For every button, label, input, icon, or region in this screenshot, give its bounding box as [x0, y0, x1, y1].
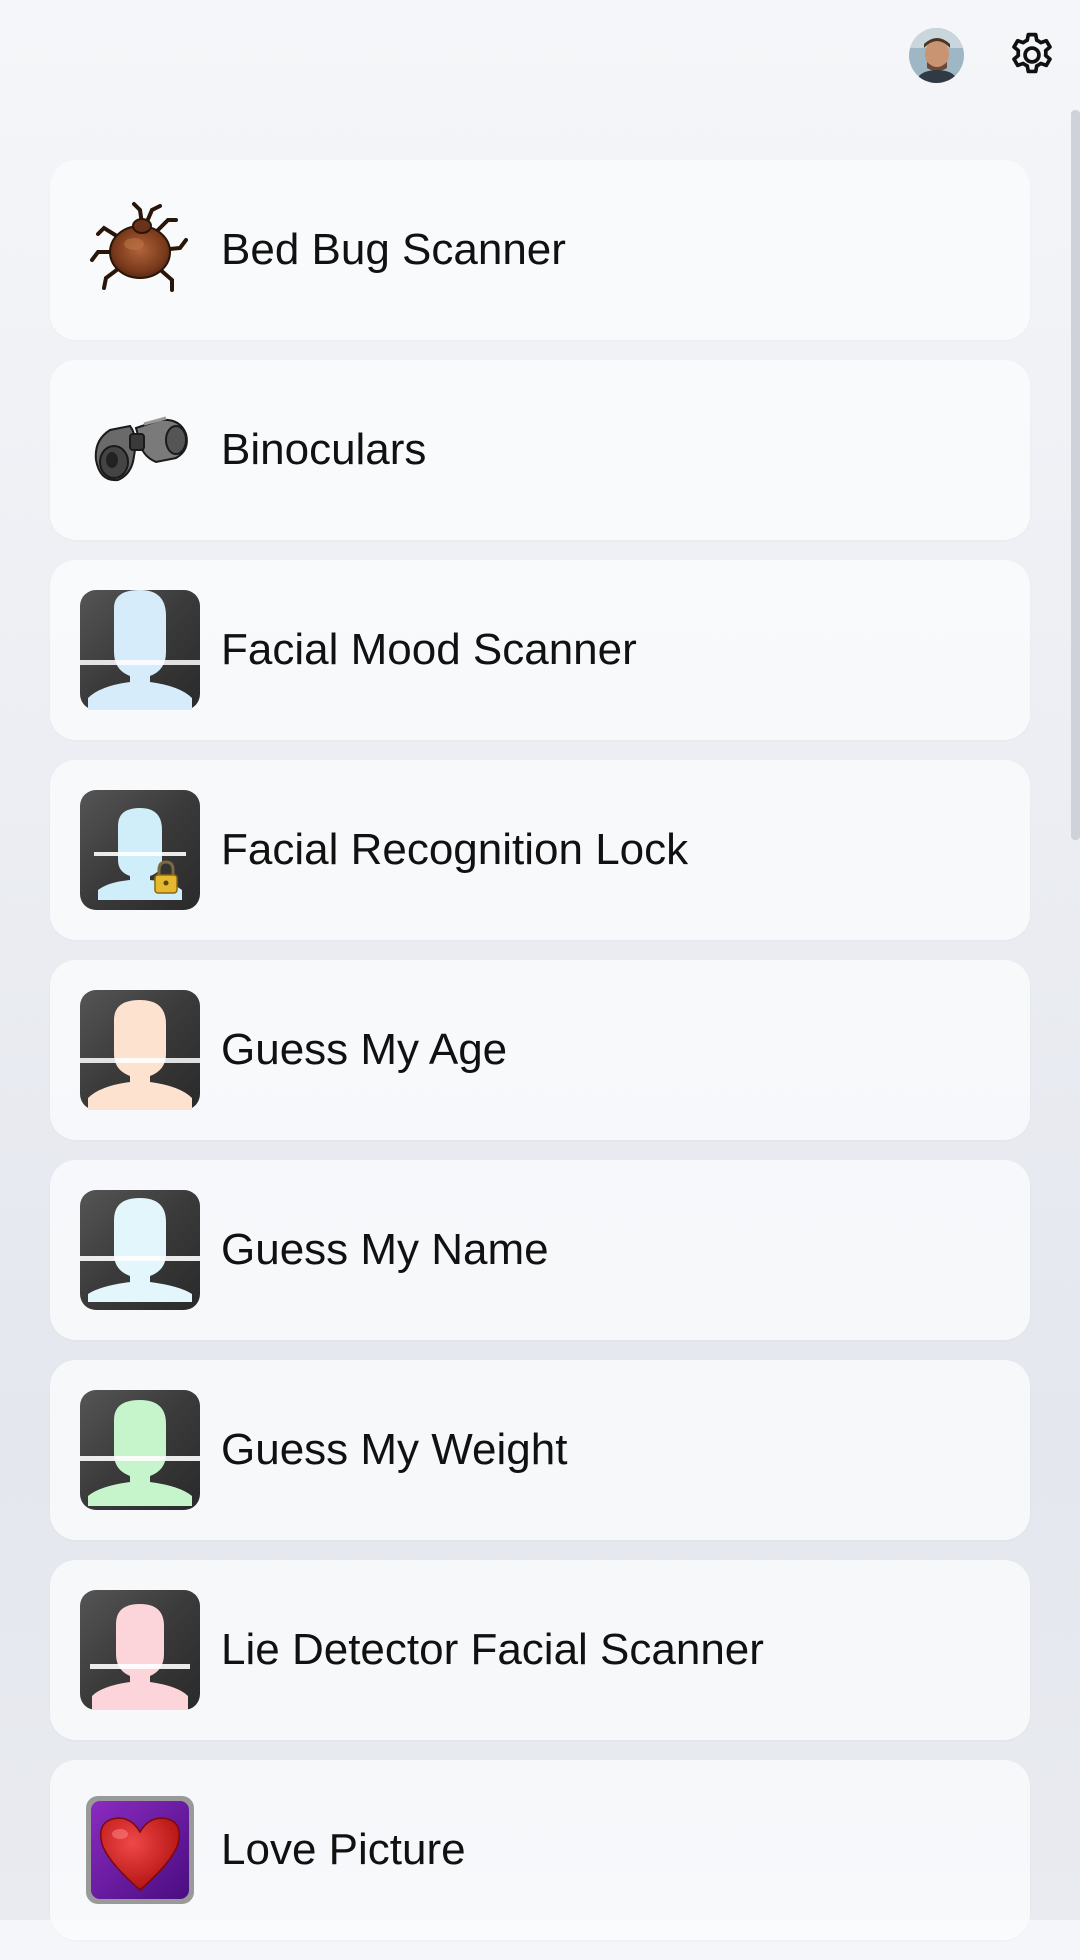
app-label: Love Picture	[221, 1825, 466, 1874]
user-avatar[interactable]	[909, 28, 964, 83]
face-scanner-blue-icon	[80, 590, 200, 710]
app-item-bed-bug-scanner[interactable]: Bed Bug Scanner	[50, 160, 1030, 340]
scrollbar[interactable]	[1071, 110, 1080, 840]
app-label: Lie Detector Facial Scanner	[221, 1625, 764, 1674]
app-item-guess-my-age[interactable]: Guess My Age	[50, 960, 1030, 1140]
app-item-binoculars[interactable]: Binoculars	[50, 360, 1030, 540]
face-scanner-pink-icon	[80, 1590, 200, 1710]
app-label: Facial Recognition Lock	[221, 825, 689, 874]
app-label: Guess My Weight	[221, 1425, 568, 1474]
app-item-love-picture[interactable]: Love Picture	[50, 1760, 1030, 1940]
app-list: Bed Bug Scanner Binoculars Facial Mood S…	[50, 160, 1030, 1960]
app-label: Binoculars	[221, 425, 427, 474]
heart-icon	[80, 1790, 200, 1910]
app-label: Guess My Age	[221, 1025, 508, 1074]
app-item-lie-detector-facial-scanner[interactable]: Lie Detector Facial Scanner	[50, 1560, 1030, 1740]
app-label: Facial Mood Scanner	[221, 625, 637, 674]
app-label: Bed Bug Scanner	[221, 225, 566, 274]
face-lock-icon	[80, 790, 200, 910]
app-label: Guess My Name	[221, 1225, 549, 1274]
app-item-facial-recognition-lock[interactable]: Facial Recognition Lock	[50, 760, 1030, 940]
app-item-guess-my-weight[interactable]: Guess My Weight	[50, 1360, 1030, 1540]
binoculars-icon	[80, 390, 200, 510]
top-bar	[0, 0, 1080, 110]
settings-gear-icon[interactable]	[1006, 29, 1058, 81]
face-scanner-peach-icon	[80, 990, 200, 1110]
face-scanner-ice-icon	[80, 1190, 200, 1310]
bed-bug-icon	[80, 190, 200, 310]
app-item-guess-my-name[interactable]: Guess My Name	[50, 1160, 1030, 1340]
face-scanner-green-icon	[80, 1390, 200, 1510]
app-item-facial-mood-scanner[interactable]: Facial Mood Scanner	[50, 560, 1030, 740]
